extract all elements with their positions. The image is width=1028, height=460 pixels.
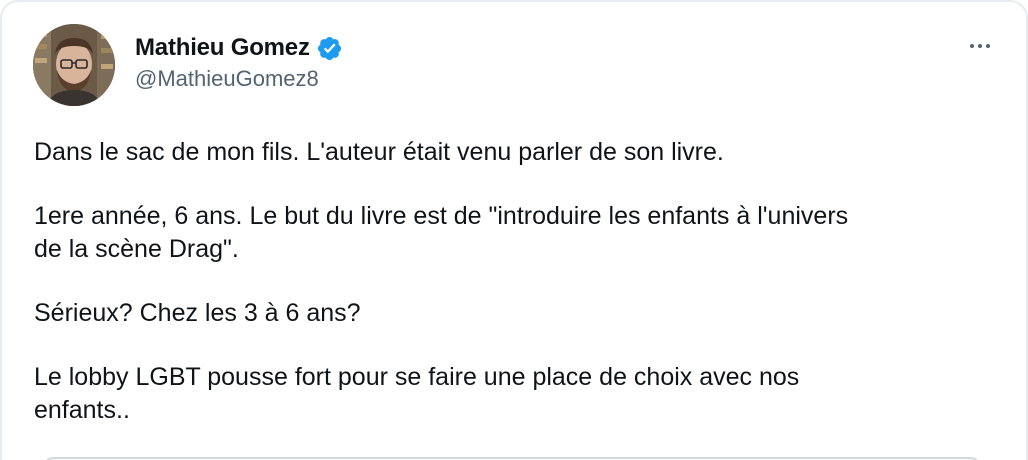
author-handle[interactable]: @MathieuGomez8: [135, 66, 319, 92]
verified-badge-icon[interactable]: [316, 35, 343, 62]
more-dot: [986, 44, 990, 48]
tweet-paragraph: 1ere année, 6 ans. Le but du livre est d…: [34, 202, 849, 263]
more-dot: [978, 44, 982, 48]
author-avatar[interactable]: [33, 24, 115, 106]
tweet-text: Dans le sac de mon fils. L'auteur était …: [34, 136, 994, 427]
tweet-paragraph: Dans le sac de mon fils. L'auteur était …: [34, 138, 724, 166]
tweet-paragraph: Le lobby LGBT pousse fort pour se faire …: [34, 363, 800, 424]
avatar-photo: [33, 24, 115, 106]
more-horizontal-icon: [970, 44, 974, 48]
author-display-name[interactable]: Mathieu Gomez: [135, 34, 310, 62]
author-name-row: Mathieu Gomez: [135, 32, 343, 64]
more-options-button[interactable]: [962, 34, 998, 58]
tweet-paragraph: Sérieux? Chez les 3 à 6 ans?: [34, 299, 361, 327]
tweet-card: Mathieu Gomez @MathieuGomez8 Dans le sac…: [0, 0, 1028, 460]
